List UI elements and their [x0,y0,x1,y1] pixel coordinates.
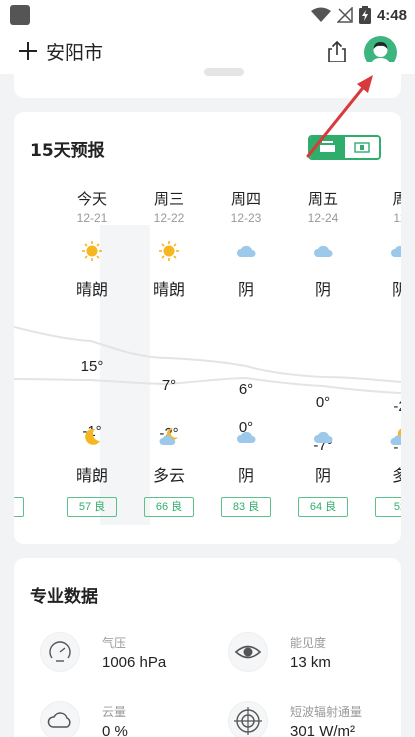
forecast-title: 15天预报 [30,141,105,161]
day-date: 12-24 [307,211,339,225]
pro-data-card: 专业数据 气压 1006 hPa 能见度 13 km 云量 0 % 短波辐射通量… [14,558,401,737]
high-temp: 0° [315,394,331,411]
forecast-card: 15天预报 天-20朗9°1°朗良今天12-21晴朗15°-1°晴朗57 良周三… [14,112,401,544]
city-title[interactable]: 安阳市 [46,38,103,65]
forecast-day-4[interactable]: 周五 12-24 阴 0° -7° 阴 64 良 [293,184,353,524]
night-condition: 多云 [152,466,185,485]
status-icons: 4:48 [310,4,407,26]
day-name: 周 [392,190,401,208]
day-condition: 阴 [391,280,401,299]
curve-view-button[interactable] [310,137,345,158]
cloud-icon [312,426,334,448]
cloud-icon [312,240,334,262]
list-view-button[interactable] [345,137,379,158]
forecast-day-5[interactable]: 周12阴-2-7多52 [370,184,401,524]
radiation-item: 短波辐射通量 301 W/m² [228,701,398,737]
aqi-badge: 64 良 [298,497,348,517]
visibility-item: 能见度 13 km [228,632,398,682]
pressure-label: 气压 [102,636,127,650]
cloud-cover-value: 0 % [102,723,128,737]
clock: 4:48 [376,6,407,24]
night-condition: 多 [391,466,401,485]
forecast-day-0[interactable]: 天-20朗9°1°朗良 [14,184,29,524]
night-condition: 朗 [14,462,29,486]
day-condition: 朗 [14,276,29,300]
high-temp: 9° [14,345,29,362]
cloud-icon [389,240,401,262]
high-temp: -2 [393,398,401,415]
sun-icon [158,240,180,262]
cloud-outline-icon [40,701,80,737]
partly-cloudy-night-icon [158,426,180,448]
scrolled-content [204,68,244,76]
list-view-icon [354,142,370,153]
day-name: 周四 [230,190,261,208]
aqi-badge: 52 [375,497,401,517]
high-temp: 15° [80,358,104,375]
pressure-value: 1006 hPa [102,654,167,671]
radiation-target-icon [228,701,268,737]
day-name: 天 [14,188,29,209]
moon-icon [81,426,103,448]
forecast-day-2[interactable]: 周三12-22晴朗7°-2°多云66 良 [139,184,199,524]
pro-data-title: 专业数据 [30,587,98,607]
cloud-icon [235,240,257,262]
day-date: 12 [393,211,401,225]
forecast-day-3[interactable]: 周四 12-23 阴 6° 0° 阴 83 良 [216,184,276,524]
eye-icon [228,632,268,672]
battery-icon [358,6,371,24]
day-date: 12-21 [76,211,108,225]
day-name: 周三 [153,190,184,208]
cloud-icon [235,426,257,448]
high-temp: 7° [161,377,177,394]
pressure-item: 气压 1006 hPa [40,632,210,682]
night-condition: 阴 [314,466,331,485]
sun-icon [81,240,103,262]
add-city-icon[interactable] [16,39,40,63]
day-date: -20 [14,211,29,225]
no-signal-icon [336,7,353,23]
high-temp: 6° [238,381,254,398]
day-condition: 阴 [237,280,254,299]
curve-view-icon [320,141,335,152]
low-temp: 1° [14,421,29,438]
aqi-badge: 57 良 [67,497,117,517]
day-condition: 晴朗 [152,280,185,299]
aqi-badge: 良 [14,497,24,517]
cloud-cover-item: 云量 0 % [40,701,210,737]
aqi-badge: 83 良 [221,497,271,517]
forecast-day-1[interactable]: 今天12-21晴朗15°-1°晴朗57 良 [62,184,122,524]
wifi-icon [310,7,331,22]
visibility-label: 能见度 [290,636,327,650]
night-condition: 阴 [237,466,254,485]
partly-cloudy-night-icon [389,426,401,448]
summary-card [14,62,401,98]
radiation-label: 短波辐射通量 [290,705,363,719]
cloud-cover-label: 云量 [102,705,127,719]
day-date: 12-22 [153,211,185,225]
status-bar: 4:48 [0,0,415,30]
night-condition: 晴朗 [75,466,108,485]
view-toggle[interactable] [308,135,381,160]
notification-icon [10,5,30,25]
day-name: 周五 [307,190,338,208]
visibility-value: 13 km [290,654,331,671]
pressure-gauge-icon [40,632,80,672]
day-condition: 阴 [314,280,331,299]
day-condition: 晴朗 [75,280,108,299]
day-date: 12-23 [230,211,262,225]
aqi-badge: 66 良 [144,497,194,517]
radiation-value: 301 W/m² [290,723,356,737]
day-name: 今天 [76,190,107,208]
